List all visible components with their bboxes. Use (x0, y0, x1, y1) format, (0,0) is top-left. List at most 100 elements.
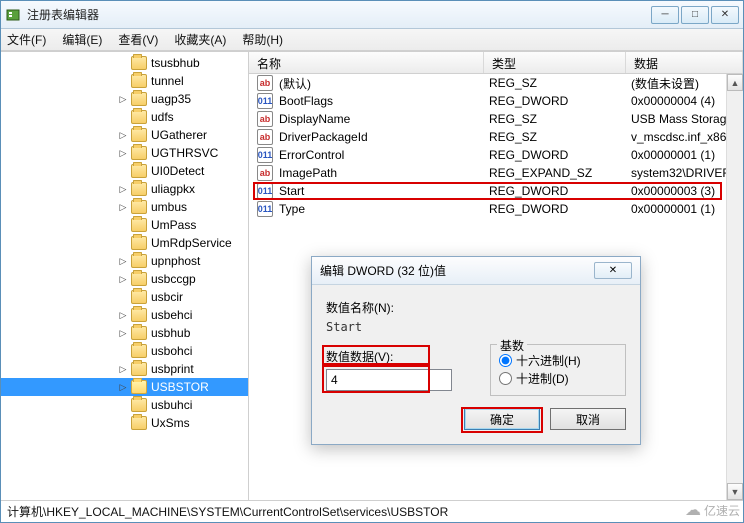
tree-item-label: UmRdpService (151, 236, 232, 250)
tree-item-usbccgp[interactable]: ▷usbccgp (1, 270, 248, 288)
minimize-button[interactable]: ─ (651, 6, 679, 24)
tree-item-UGatherer[interactable]: ▷ UGatherer (1, 126, 248, 144)
cell-type: REG_EXPAND_SZ (489, 166, 631, 180)
close-button[interactable]: ✕ (711, 6, 739, 24)
folder-icon (131, 146, 147, 160)
cancel-button[interactable]: 取消 (550, 408, 626, 430)
cell-type: REG_DWORD (489, 184, 631, 198)
value-row-DriverPackageId[interactable]: abDriverPackageIdREG_SZv_mscdsc.inf_x86_… (249, 128, 743, 146)
folder-icon (131, 218, 147, 232)
radix-dec-option[interactable]: 十进制(D) (499, 369, 617, 387)
tree-item-label: udfs (151, 110, 174, 124)
folder-icon (131, 308, 147, 322)
expand-icon (117, 165, 129, 177)
tree-item-label: UGTHRSVC (151, 146, 218, 160)
titlebar[interactable]: 注册表编辑器 ─ □ ✕ (1, 1, 743, 29)
value-row-ErrorControl[interactable]: 011ErrorControlREG_DWORD0x00000001 (1) (249, 146, 743, 164)
maximize-button[interactable]: □ (681, 6, 709, 24)
expand-icon[interactable]: ▷ (117, 363, 129, 375)
tree-pane[interactable]: tsusbhub tunnel▷uagp35 udfs ▷ UGatherer ▷ UGTH… (1, 52, 249, 500)
value-row-Type[interactable]: 011TypeREG_DWORD0x00000001 (1) (249, 200, 743, 218)
value-data-input[interactable] (326, 369, 452, 391)
value-row-ImagePath[interactable]: abImagePathREG_EXPAND_SZsystem32\DRIVERS (249, 164, 743, 182)
tree-item-upnphost[interactable]: ▷upnphost (1, 252, 248, 270)
tree-item-label: tsusbhub (151, 56, 200, 70)
tree-item-tunnel[interactable]: tunnel (1, 72, 248, 90)
tree-item-umbus[interactable]: ▷umbus (1, 198, 248, 216)
menu-help[interactable]: 帮助(H) (242, 31, 283, 48)
expand-icon[interactable]: ▷ (117, 273, 129, 285)
dialog-titlebar[interactable]: 编辑 DWORD (32 位)值 ✕ (312, 257, 640, 285)
tree-item-uagp35[interactable]: ▷uagp35 (1, 90, 248, 108)
folder-icon (131, 380, 147, 394)
col-header-data[interactable]: 数据 (626, 52, 743, 73)
value-row-Start[interactable]: 011StartREG_DWORD0x00000003 (3) (249, 182, 743, 200)
cell-name: Type (279, 202, 489, 216)
dword-value-icon: 011 (257, 147, 273, 163)
vertical-scrollbar[interactable]: ▲ ▼ (726, 74, 743, 500)
tree-item-usbehci[interactable]: ▷ usbehci (1, 306, 248, 324)
expand-icon[interactable]: ▷ (117, 381, 129, 393)
tree-item-usbhub[interactable]: ▷usbhub (1, 324, 248, 342)
tree-item-usbuhci[interactable]: usbuhci (1, 396, 248, 414)
folder-icon (131, 326, 147, 340)
menu-view[interactable]: 查看(V) (118, 31, 158, 48)
tree-item-uliagpkx[interactable]: ▷uliagpkx (1, 180, 248, 198)
tree-item-USBSTOR[interactable]: ▷USBSTOR (1, 378, 248, 396)
expand-icon[interactable]: ▷ (117, 327, 129, 339)
tree-item-usbohci[interactable]: usbohci (1, 342, 248, 360)
cell-type: REG_DWORD (489, 148, 631, 162)
tree-item-UxSms[interactable]: UxSms (1, 414, 248, 432)
dword-value-icon: 011 (257, 201, 273, 217)
tree-item-UmPass[interactable]: UmPass (1, 216, 248, 234)
radix-dec-radio[interactable] (499, 372, 512, 385)
tree-item-label: usbehci (151, 308, 192, 322)
tree-item-UmRdpService[interactable]: UmRdpService (1, 234, 248, 252)
dialog-close-button[interactable]: ✕ (594, 262, 632, 279)
expand-icon[interactable]: ▷ (117, 309, 129, 321)
expand-icon (117, 291, 129, 303)
tree-item-usbprint[interactable]: ▷usbprint (1, 360, 248, 378)
tree-item-label: UGatherer (151, 128, 207, 142)
folder-icon (131, 362, 147, 376)
expand-icon[interactable]: ▷ (117, 147, 129, 159)
dialog-title: 编辑 DWORD (32 位)值 (320, 262, 594, 279)
expand-icon[interactable]: ▷ (117, 129, 129, 141)
expand-icon[interactable]: ▷ (117, 201, 129, 213)
menu-edit[interactable]: 编辑(E) (62, 31, 102, 48)
ok-button[interactable]: 确定 (464, 408, 540, 430)
expand-icon (117, 75, 129, 87)
expand-icon (117, 417, 129, 429)
tree-item-tsusbhub[interactable]: tsusbhub (1, 54, 248, 72)
expand-icon[interactable]: ▷ (117, 93, 129, 105)
expand-icon (117, 237, 129, 249)
menu-file[interactable]: 文件(F) (7, 31, 46, 48)
expand-icon[interactable]: ▷ (117, 255, 129, 267)
cell-type: REG_DWORD (489, 94, 631, 108)
tree-item-UGTHRSVC[interactable]: ▷ UGTHRSVC (1, 144, 248, 162)
col-header-name[interactable]: 名称 (249, 52, 484, 73)
tree-item-label: UI0Detect (151, 164, 204, 178)
folder-icon (131, 290, 147, 304)
scroll-up-icon[interactable]: ▲ (727, 74, 743, 91)
folder-icon (131, 416, 147, 430)
radix-hex-radio[interactable] (499, 354, 512, 367)
menu-favorites[interactable]: 收藏夹(A) (174, 31, 226, 48)
cell-name: ImagePath (279, 166, 489, 180)
tree-item-udfs[interactable]: udfs (1, 108, 248, 126)
scroll-down-icon[interactable]: ▼ (727, 483, 743, 500)
tree-item-usbcir[interactable]: usbcir (1, 288, 248, 306)
folder-icon (131, 272, 147, 286)
cell-name: BootFlags (279, 94, 489, 108)
dword-value-icon: 011 (257, 93, 273, 109)
expand-icon[interactable]: ▷ (117, 183, 129, 195)
value-row-BootFlags[interactable]: 011BootFlagsREG_DWORD0x00000004 (4) (249, 92, 743, 110)
cell-name: DriverPackageId (279, 130, 489, 144)
value-row-DisplayName[interactable]: abDisplayNameREG_SZUSB Mass Storage (249, 110, 743, 128)
value-row-(默认)[interactable]: ab(默认)REG_SZ(数值未设置) (249, 74, 743, 92)
col-header-type[interactable]: 类型 (484, 52, 626, 73)
string-value-icon: ab (257, 165, 273, 181)
tree-item-UI0Detect[interactable]: UI0Detect (1, 162, 248, 180)
tree-item-label: usbohci (151, 344, 192, 358)
statusbar: 计算机\HKEY_LOCAL_MACHINE\SYSTEM\CurrentCon… (1, 500, 743, 522)
